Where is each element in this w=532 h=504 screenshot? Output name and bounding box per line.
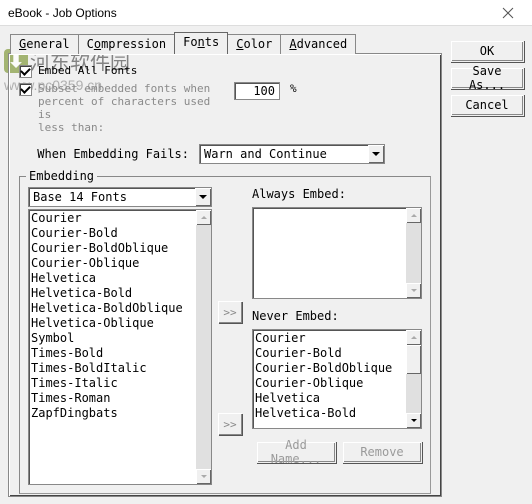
tab-compression[interactable]: Compression bbox=[78, 34, 176, 54]
tabstrip: General Compression Fonts Color Advanced bbox=[8, 32, 442, 54]
tab-advanced[interactable]: Advanced bbox=[280, 34, 356, 54]
list-item[interactable]: Helvetica-Bold bbox=[31, 286, 194, 301]
list-item[interactable]: ZapfDingbats bbox=[31, 406, 194, 421]
never-embed-list[interactable]: CourierCourier-BoldCourier-BoldObliqueCo… bbox=[252, 329, 422, 429]
source-select[interactable]: Base 14 Fonts bbox=[28, 187, 212, 207]
embedding-group: Embedding Base 14 Fonts CourierCourier-B… bbox=[19, 176, 431, 494]
when-fail-value: Warn and Continue bbox=[204, 147, 327, 161]
list-item[interactable]: Courier-BoldOblique bbox=[31, 241, 194, 256]
list-item[interactable]: Courier-Oblique bbox=[31, 256, 194, 271]
scrollbar[interactable] bbox=[406, 208, 421, 298]
when-fail-label: When Embedding Fails: bbox=[19, 147, 189, 161]
list-item[interactable]: Courier-Bold bbox=[255, 346, 404, 361]
chevron-right-icon: >> bbox=[223, 306, 236, 319]
list-item[interactable]: Times-Italic bbox=[31, 376, 194, 391]
list-item[interactable]: Courier-BoldOblique bbox=[255, 361, 404, 376]
list-item[interactable]: Helvetica-BoldOblique bbox=[31, 301, 194, 316]
chevron-down-icon bbox=[195, 188, 211, 206]
list-item[interactable]: Helvetica-Bold bbox=[255, 406, 404, 421]
ok-button[interactable]: OK bbox=[450, 40, 524, 62]
scrollbar[interactable] bbox=[406, 330, 421, 428]
embed-all-checkbox[interactable] bbox=[19, 65, 32, 78]
scroll-up-icon[interactable] bbox=[196, 210, 211, 225]
cancel-button[interactable]: Cancel bbox=[450, 94, 524, 116]
dialog-buttons: OK Save As... Cancel bbox=[450, 32, 524, 496]
tab-color[interactable]: Color bbox=[227, 34, 281, 54]
when-fail-select[interactable]: Warn and Continue bbox=[199, 144, 385, 164]
always-embed-list[interactable] bbox=[252, 207, 422, 299]
subset-label: Subset embedded fonts when percent of ch… bbox=[38, 82, 228, 134]
list-item[interactable]: Helvetica-Oblique bbox=[31, 316, 194, 331]
scrollbar[interactable] bbox=[196, 210, 211, 484]
never-embed-label: Never Embed: bbox=[252, 309, 422, 323]
move-to-always-button[interactable]: >> bbox=[218, 301, 242, 323]
chevron-down-icon bbox=[368, 145, 384, 163]
list-item[interactable]: Helvetica bbox=[255, 391, 404, 406]
source-fonts-list[interactable]: CourierCourier-BoldCourier-BoldObliqueCo… bbox=[28, 209, 212, 485]
subset-checkbox[interactable] bbox=[19, 83, 32, 96]
scroll-down-icon[interactable] bbox=[406, 413, 421, 428]
list-item[interactable]: Helvetica bbox=[31, 271, 194, 286]
subset-percent-input[interactable]: 100 bbox=[234, 82, 280, 100]
list-item[interactable]: Courier bbox=[31, 211, 194, 226]
chevron-right-icon: >> bbox=[223, 418, 236, 431]
tab-fonts[interactable]: Fonts bbox=[174, 32, 228, 54]
list-item[interactable]: Times-Bold bbox=[31, 346, 194, 361]
move-to-never-button[interactable]: >> bbox=[218, 413, 242, 435]
embedding-legend: Embedding bbox=[26, 169, 97, 183]
list-item[interactable]: Times-BoldItalic bbox=[31, 361, 194, 376]
scroll-down-icon[interactable] bbox=[406, 283, 421, 298]
remove-button[interactable]: Remove bbox=[342, 441, 422, 463]
scroll-down-icon[interactable] bbox=[196, 469, 211, 484]
titlebar: eBook - Job Options bbox=[0, 0, 532, 26]
list-item[interactable]: Courier-Oblique bbox=[255, 376, 404, 391]
window-title: eBook - Job Options bbox=[8, 6, 117, 20]
embed-all-label: Embed All Fonts bbox=[38, 64, 137, 77]
always-embed-label: Always Embed: bbox=[252, 187, 422, 201]
scroll-up-icon[interactable] bbox=[406, 208, 421, 223]
close-icon bbox=[502, 7, 514, 19]
tab-body-fonts: Embed All Fonts Subset embedded fonts wh… bbox=[8, 53, 442, 497]
save-as-button[interactable]: Save As... bbox=[450, 67, 524, 89]
close-button[interactable] bbox=[486, 2, 530, 24]
list-item[interactable]: Courier-Bold bbox=[31, 226, 194, 241]
embed-all-checkbox-row: Embed All Fonts bbox=[19, 64, 431, 78]
list-item[interactable]: Courier bbox=[255, 331, 404, 346]
subset-checkbox-row: Subset embedded fonts when percent of ch… bbox=[19, 82, 431, 134]
list-item[interactable]: Times-Roman bbox=[31, 391, 194, 406]
add-name-button[interactable]: Add Name... bbox=[256, 441, 336, 463]
list-item[interactable]: Symbol bbox=[31, 331, 194, 346]
tab-general[interactable]: General bbox=[10, 34, 79, 54]
scroll-up-icon[interactable] bbox=[406, 330, 421, 345]
source-select-value: Base 14 Fonts bbox=[33, 190, 127, 204]
percent-sign: % bbox=[290, 82, 297, 95]
